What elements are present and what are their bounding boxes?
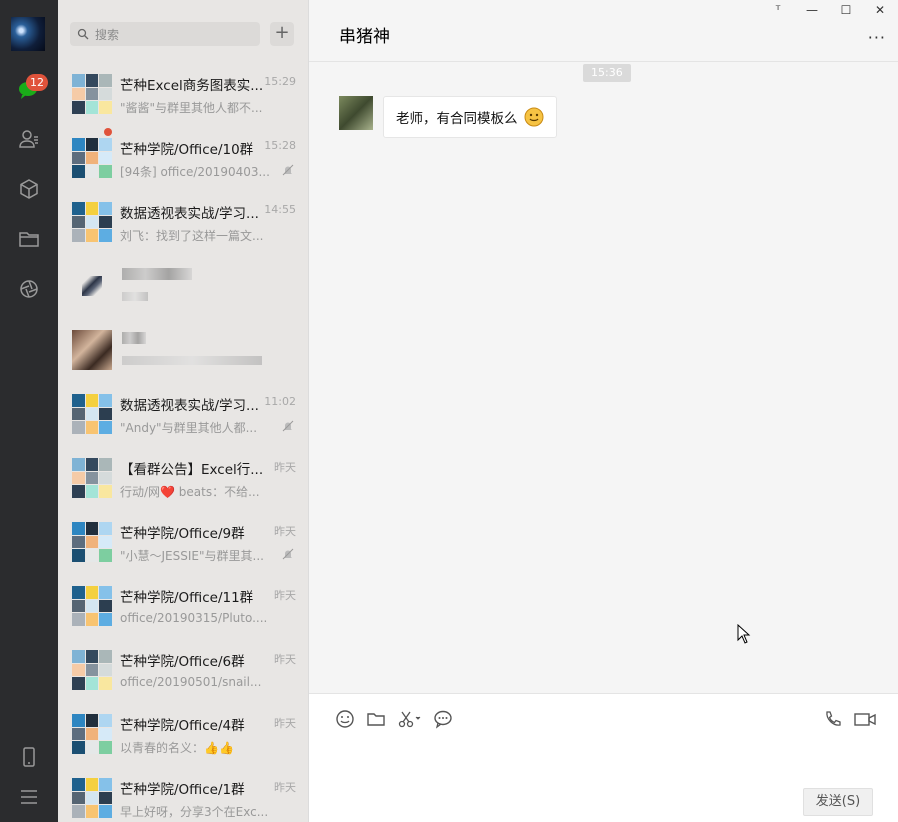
session-preview: 以青春的名义：👍👍 [120, 741, 234, 755]
maximize-button[interactable]: ☐ [836, 3, 856, 17]
session-item[interactable]: 数据透视表实战/学习... 11:02 "Andy"与群里其他人都... [58, 382, 308, 446]
chat-panel: ᵀ — ☐ ✕ 串猪神 ··· 15:36 老师，有合同模板么 发送(S) [308, 0, 898, 822]
blurred-avatar [82, 276, 102, 296]
blurred-preview [122, 356, 262, 365]
blurred-avatar [72, 330, 112, 370]
files-icon[interactable] [16, 226, 42, 252]
group-avatar [72, 650, 112, 690]
session-time: 11:02 [264, 395, 296, 408]
header-divider [309, 61, 898, 62]
session-list: 搜索 + 芒种Excel商务图表实... 15:29 "酱酱"与群里其他人都不...… [58, 0, 308, 822]
mute-bell-icon [282, 164, 294, 176]
session-item[interactable]: 芒种学院/Office/6群 昨天 office/20190501/snail... [58, 638, 308, 702]
moments-icon[interactable] [16, 276, 42, 302]
group-avatar [72, 138, 112, 178]
session-time: 昨天 [274, 525, 296, 538]
message-composer[interactable]: 发送(S) [309, 693, 898, 822]
session-preview: "Andy"与群里其他人都... [120, 421, 258, 435]
mouse-cursor-icon [737, 624, 751, 644]
group-avatar [72, 778, 112, 818]
session-item[interactable] [58, 318, 308, 382]
my-avatar[interactable] [11, 17, 45, 51]
search-input[interactable]: 搜索 [95, 26, 119, 43]
emoji-icon[interactable] [335, 709, 355, 729]
minimize-button[interactable]: — [802, 3, 822, 17]
group-avatar [72, 714, 112, 754]
session-preview: office/20190315/Pluto.... [120, 611, 268, 625]
pin-button[interactable]: ᵀ [768, 3, 788, 17]
blurred-name [122, 332, 146, 344]
blurred-name [122, 268, 192, 280]
session-item[interactable]: 芒种学院/Office/4群 昨天以青春的名义：👍👍 [58, 702, 308, 766]
search-box[interactable]: 搜索 [70, 22, 260, 46]
voice-call-icon[interactable] [823, 709, 843, 729]
group-avatar [72, 522, 112, 562]
session-name: 芒种学院/Office/6群 [120, 654, 245, 670]
chat-title: 串猪神 [339, 27, 390, 47]
unread-dot [104, 128, 112, 136]
session-time: 昨天 [274, 717, 296, 730]
session-item[interactable]: 芒种学院/Office/10群 15:28 [94条] office/2019040… [58, 126, 308, 190]
close-button[interactable]: ✕ [870, 3, 890, 17]
unread-badge: 12 [26, 74, 48, 91]
session-time: 昨天 [274, 653, 296, 666]
session-item[interactable]: 芒种学院/Office/9群 昨天 "小慧～JESSIE"与群里其... [58, 510, 308, 574]
favorites-icon[interactable] [16, 176, 42, 202]
session-name: 芒种学院/Office/9群 [120, 526, 245, 542]
session-item[interactable]: 【看群公告】Excel行... 昨天行动/网❤️ beats：不给... [58, 446, 308, 510]
session-preview: "小慧～JESSIE"与群里其... [120, 549, 264, 563]
session-time: 14:55 [264, 203, 296, 216]
session-name: 芒种Excel商务图表实... [120, 78, 264, 94]
more-options-button[interactable]: ··· [868, 28, 886, 47]
session-time: 昨天 [274, 461, 296, 474]
session-item[interactable]: 芒种学院/Office/11群 昨天 office/20190315/Pluto..… [58, 574, 308, 638]
session-item[interactable]: 芒种学院/Office/1群 昨天 早上好呀，分享3个在Exc... [58, 766, 308, 822]
session-time: 15:28 [264, 139, 296, 152]
session-preview: 早上好呀，分享3个在Exc... [120, 805, 269, 819]
session-preview: [94条] office/20190403... [120, 165, 270, 179]
message-bubble[interactable]: 老师，有合同模板么 [383, 96, 557, 138]
contacts-icon[interactable] [16, 126, 42, 152]
session-time: 昨天 [274, 589, 296, 602]
session-name: 数据透视表实战/学习... [120, 398, 259, 414]
session-item[interactable] [58, 254, 308, 318]
add-chat-button[interactable]: + [270, 22, 294, 46]
session-item[interactable]: 芒种Excel商务图表实... 15:29 "酱酱"与群里其他人都不... [58, 62, 308, 126]
session-time: 昨天 [274, 781, 296, 794]
send-button[interactable]: 发送(S) [803, 788, 873, 816]
session-name: 数据透视表实战/学习... [120, 206, 259, 222]
mute-bell-icon [282, 548, 294, 560]
group-avatar [72, 202, 112, 242]
session-name: 【看群公告】Excel行... [120, 462, 264, 478]
session-time: 15:29 [264, 75, 296, 88]
session-name: 芒种学院/Office/1群 [120, 782, 245, 798]
mute-bell-icon [282, 420, 294, 432]
session-preview: office/20190501/snail... [120, 675, 262, 689]
scissors-icon[interactable] [397, 709, 423, 729]
contact-avatar[interactable] [339, 96, 373, 130]
session-item[interactable]: 数据透视表实战/学习... 14:55 刘飞：找到了这样一篇文... [58, 190, 308, 254]
smile-emoji-icon [524, 107, 543, 127]
group-avatar [72, 74, 112, 114]
group-avatar [72, 394, 112, 434]
session-name: 芒种学院/Office/10群 [120, 142, 254, 158]
window-controls: ᵀ — ☐ ✕ [768, 3, 890, 17]
chat-history-icon[interactable] [433, 709, 453, 729]
session-preview: "酱酱"与群里其他人都不... [120, 101, 263, 115]
session-name: 芒种学院/Office/4群 [120, 718, 245, 734]
group-avatar [72, 586, 112, 626]
nav-sidebar: 12 [0, 0, 58, 822]
session-preview: 刘飞：找到了这样一篇文... [120, 229, 264, 243]
session-preview: 行动/网❤️ beats：不给... [120, 485, 260, 499]
blurred-preview [122, 292, 148, 301]
menu-icon[interactable] [16, 784, 42, 810]
search-icon [77, 28, 89, 40]
message-text: 老师，有合同模板么 [396, 111, 518, 127]
video-call-icon[interactable] [853, 709, 877, 729]
phone-icon[interactable] [16, 744, 42, 770]
message-timestamp: 15:36 [583, 64, 631, 82]
group-avatar [72, 458, 112, 498]
session-name: 芒种学院/Office/11群 [120, 590, 254, 606]
folder-icon[interactable] [366, 709, 386, 729]
